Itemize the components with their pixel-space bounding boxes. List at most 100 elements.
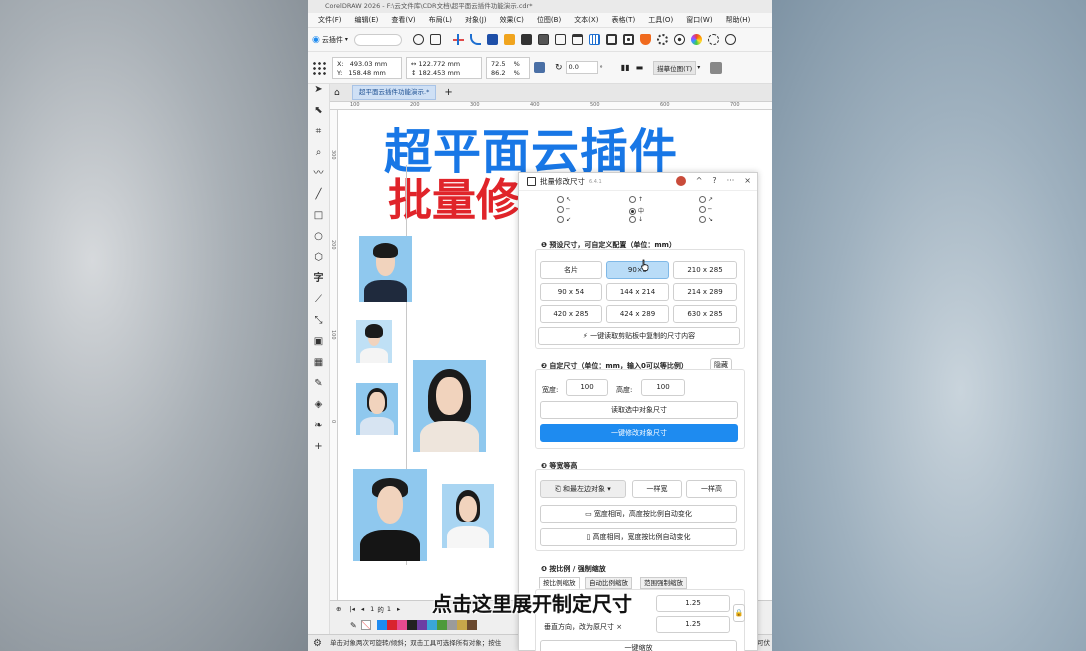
menu-text[interactable]: 文本(X) [574, 15, 598, 25]
page-next-icon[interactable]: ▸ [397, 605, 400, 613]
anchor-bottom-right[interactable]: ↘ [699, 216, 713, 223]
plugin-menu-button[interactable]: 云插件 [322, 35, 343, 45]
collapse-icon[interactable]: ^ [696, 176, 703, 186]
stamp-icon[interactable] [503, 34, 515, 45]
dialog-titlebar[interactable]: 批量修改尺寸 6.4.1 ^ ? ··· × [519, 173, 757, 191]
id-photo-1[interactable] [359, 236, 412, 302]
color-swatch[interactable] [386, 620, 397, 630]
width-input[interactable]: 100 [566, 379, 608, 396]
rotation-field[interactable]: 0.0 [565, 61, 598, 74]
height-field[interactable]: 182.453 mm [419, 69, 461, 77]
same-height-button[interactable]: 一样高 [686, 480, 737, 498]
id-photo-2[interactable] [356, 320, 392, 363]
plugin-search-input[interactable] [353, 33, 402, 46]
preset-button[interactable]: 144 x 214 [606, 283, 669, 301]
id-photo-6[interactable] [442, 484, 494, 548]
y-position-field[interactable]: 158.48 mm [348, 69, 385, 77]
color-swatch[interactable] [446, 620, 457, 630]
menu-file[interactable]: 文件(F) [318, 15, 342, 25]
line-tool-icon[interactable]: ⟋ [313, 294, 325, 306]
color-wheel-icon[interactable] [690, 34, 702, 45]
height-input[interactable]: 100 [641, 379, 685, 396]
anchor-center[interactable]: 中 [629, 206, 644, 215]
width-field[interactable]: 122.772 mm [419, 60, 461, 68]
gear-icon[interactable]: ⚙ [313, 635, 322, 651]
preset-button[interactable]: 210 x 285 [673, 261, 737, 279]
preset-button[interactable]: 420 x 285 [540, 305, 602, 323]
id-photo-5[interactable] [353, 469, 427, 561]
shadow-tool-icon[interactable]: ▣ [313, 336, 325, 348]
no-color-swatch[interactable] [360, 620, 371, 630]
window-icon[interactable] [571, 34, 583, 45]
id-photo-3[interactable] [413, 360, 486, 452]
apply-size-button[interactable]: 一键修改对象尺寸 [540, 424, 738, 442]
color-swatch[interactable] [456, 620, 467, 630]
frame-icon[interactable] [605, 34, 617, 45]
id-photo-4[interactable] [356, 383, 398, 435]
lock-icon[interactable]: 🔒 [733, 604, 745, 622]
zoom-tool-icon[interactable]: ⌕ [313, 147, 325, 159]
same-width-button[interactable]: 一样宽 [632, 480, 682, 498]
color-swatch[interactable] [406, 620, 417, 630]
headline-text-red[interactable]: 批量修 [388, 164, 520, 228]
mirror-h-icon[interactable]: ▮▮ [621, 63, 630, 72]
copy-icon[interactable] [554, 34, 566, 45]
preset-button-selected[interactable]: 90×5 [606, 261, 669, 279]
menu-tools[interactable]: 工具(O) [648, 15, 673, 25]
preset-button[interactable]: 90 x 54 [540, 283, 602, 301]
curve-icon[interactable] [469, 34, 481, 45]
x-position-field[interactable]: 493.03 mm [350, 60, 387, 68]
close-icon[interactable]: × [744, 176, 751, 186]
ellipse-tool-icon[interactable]: ○ [313, 231, 325, 243]
menu-table[interactable]: 表格(T) [611, 15, 635, 25]
vertical-scale-input[interactable]: 1.25 [656, 616, 730, 633]
align-icon[interactable] [452, 34, 464, 45]
nodes-icon[interactable] [707, 34, 719, 45]
scan-icon[interactable] [412, 34, 424, 45]
pick-tool-icon[interactable]: ➤ [313, 84, 325, 96]
width-same-button[interactable]: ▭ 宽度相同，高度按比例自动变化 [540, 505, 737, 523]
color-swatch[interactable] [416, 620, 427, 630]
image-icon[interactable] [537, 34, 549, 45]
reference-dropdown[interactable]: ⎗ 和最左边对象 ▾ [540, 480, 626, 498]
menu-effects[interactable]: 效果(C) [500, 15, 524, 25]
eyedropper-icon[interactable]: ✎ [350, 621, 357, 630]
fill-tool-icon[interactable]: ◈ [313, 399, 325, 411]
more-icon[interactable]: ··· [727, 176, 735, 186]
preset-button[interactable]: 名片 [540, 261, 602, 279]
crop-tool-icon[interactable]: ⌗ [313, 126, 325, 138]
reference-point-icon[interactable] [312, 60, 326, 75]
menu-bitmaps[interactable]: 位图(B) [537, 15, 561, 25]
tab-range-scale[interactable]: 范围强制缩放 [640, 577, 687, 589]
anchor-middle-right[interactable]: ─ [699, 206, 712, 213]
color-swatch[interactable] [376, 620, 387, 630]
lock-ratio-icon[interactable] [534, 62, 545, 73]
edit-icon[interactable] [724, 34, 736, 45]
color-swatch[interactable] [426, 620, 437, 630]
quick-trace-icon[interactable] [710, 61, 723, 74]
menu-view[interactable]: 查看(V) [391, 15, 415, 25]
transparency-tool-icon[interactable]: ▦ [313, 357, 325, 369]
apply-scale-button[interactable]: 一键缩放 [540, 640, 737, 651]
anchor-top-center[interactable]: ↑ [629, 196, 643, 203]
anchor-middle-left[interactable]: ─ [557, 206, 570, 213]
preset-button[interactable]: 630 x 285 [673, 305, 737, 323]
page-first-icon[interactable]: ⊕ [336, 605, 341, 613]
polygon-tool-icon[interactable]: ⬡ [313, 252, 325, 264]
menu-edit[interactable]: 编辑(E) [355, 15, 379, 25]
preset-button[interactable]: 214 x 289 [673, 283, 737, 301]
network-icon[interactable] [673, 34, 685, 45]
settings-icon[interactable] [429, 34, 441, 45]
avatar-icon[interactable] [675, 176, 686, 186]
artistic-media-icon[interactable]: ╱ [313, 189, 325, 201]
home-icon[interactable]: ⌂ [334, 88, 340, 98]
preset-button[interactable]: 424 x 289 [606, 305, 669, 323]
shape-tool-icon[interactable]: ⬉ [313, 105, 325, 117]
read-clipboard-button[interactable]: ⚡ 一键读取剪贴板中复制的尺寸内容 [538, 327, 740, 345]
mirror-v-icon[interactable]: ▬ [636, 63, 644, 72]
read-selected-size-button[interactable]: 读取选中对象尺寸 [540, 401, 738, 419]
menu-window[interactable]: 窗口(W) [686, 15, 712, 25]
menu-layout[interactable]: 布局(L) [429, 15, 452, 25]
trace-bitmap-dropdown[interactable]: 描摹位图(T) [653, 60, 697, 75]
scale-y-field[interactable]: 86.2 [491, 69, 505, 77]
